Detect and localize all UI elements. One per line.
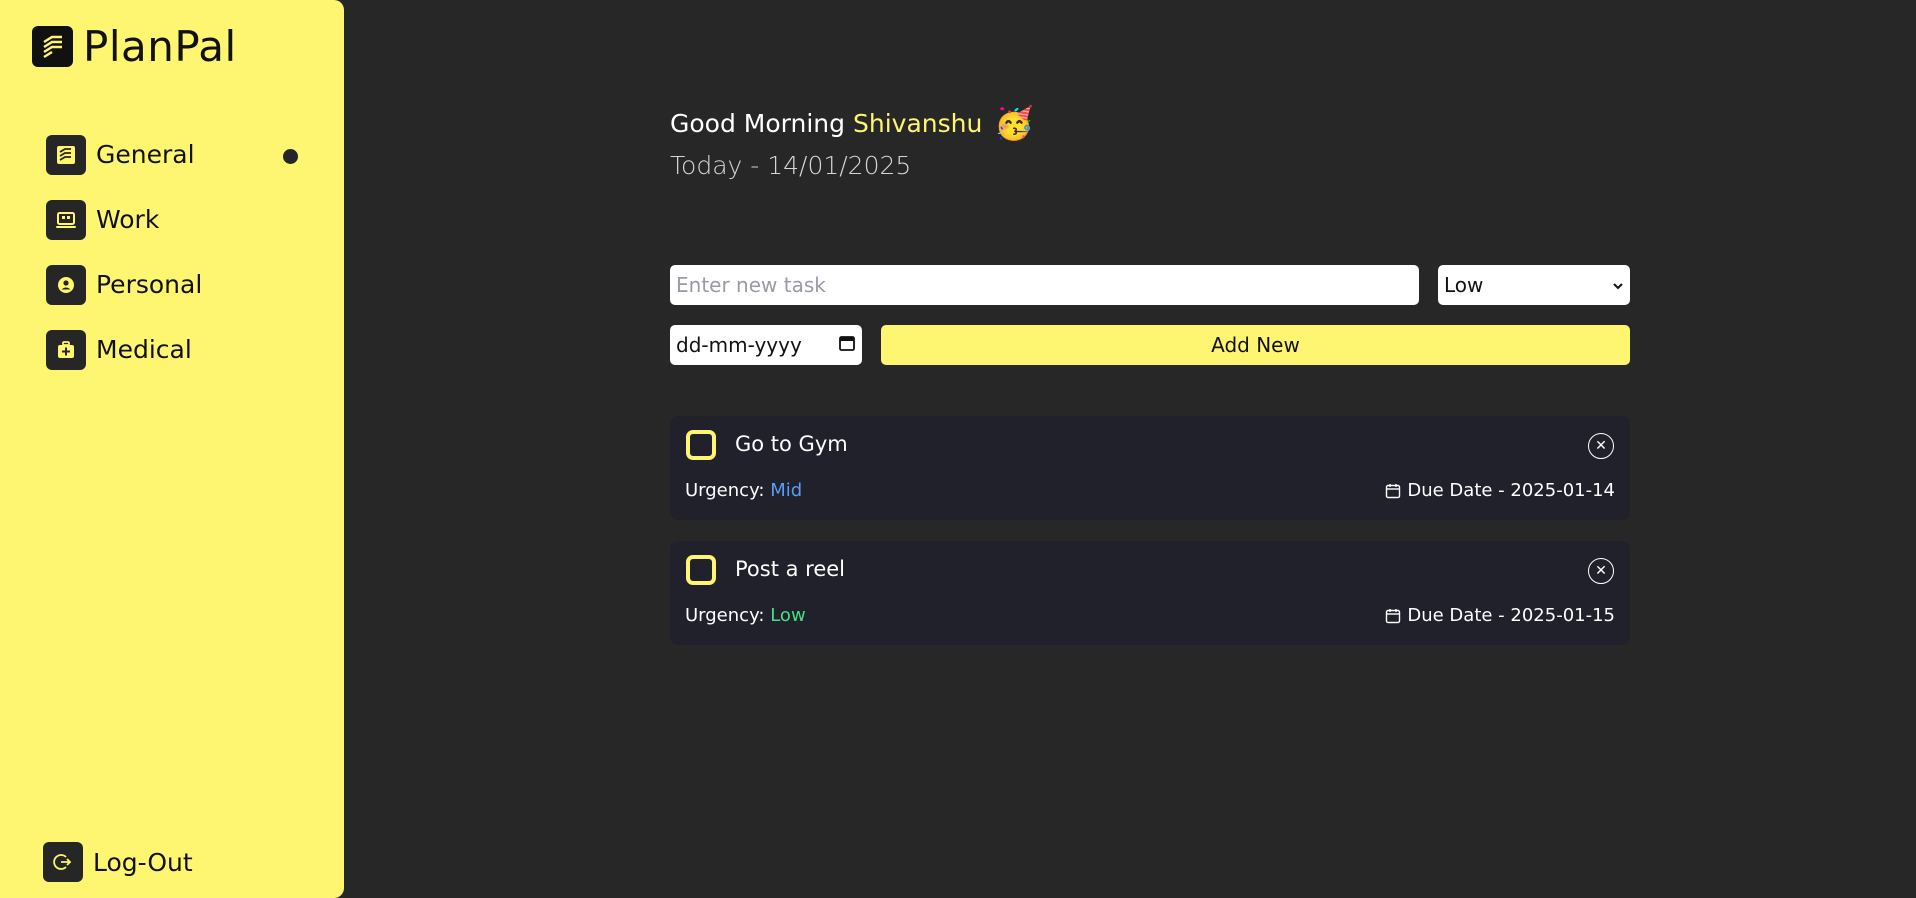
today-date: Today - 14/01/2025 — [670, 151, 912, 180]
task-checkbox[interactable] — [686, 555, 716, 585]
task-due-date: Due Date - 2025-01-15 — [1385, 605, 1615, 626]
sidebar-item-general[interactable]: General — [46, 122, 306, 187]
medical-kit-icon — [46, 329, 86, 370]
task-due-date: Due Date - 2025-01-14 — [1385, 480, 1615, 501]
logout-button[interactable]: Log-Out — [43, 842, 193, 882]
party-face-icon: 🥳 — [994, 104, 1035, 142]
due-date-input[interactable]: dd-mm-yyyy — [670, 325, 862, 365]
sidebar-item-label: Medical — [96, 335, 192, 364]
task-input[interactable] — [670, 265, 1419, 305]
sidebar-item-label: Personal — [96, 270, 203, 299]
task-list: Go to Gym ✕ Urgency: Mid Due Date - 2025… — [670, 416, 1630, 666]
sidebar-item-medical[interactable]: Medical — [46, 317, 306, 382]
date-placeholder: dd-mm-yyyy — [676, 333, 802, 357]
task-urgency: Urgency: Mid — [685, 480, 802, 501]
logout-icon — [43, 842, 83, 882]
urgency-select[interactable]: Low — [1438, 265, 1630, 305]
urgency-level: Low — [770, 605, 806, 626]
user-name: Shivanshu — [853, 108, 983, 138]
sidebar-item-label: General — [96, 140, 195, 169]
active-indicator — [283, 149, 298, 164]
close-icon[interactable]: ✕ — [1588, 433, 1614, 459]
urgency-label: Urgency: — [685, 480, 765, 501]
sidebar-item-work[interactable]: Work — [46, 187, 306, 252]
checklist-icon — [46, 134, 86, 175]
sidebar: PlanPal General Work Personal Medical Lo… — [0, 0, 344, 898]
due-date-text: Due Date - 2025-01-14 — [1407, 480, 1615, 501]
urgency-level: Mid — [770, 480, 803, 501]
task-title: Go to Gym — [735, 432, 848, 456]
urgency-label: Urgency: — [685, 605, 765, 626]
greeting-text: Good Morning — [670, 108, 845, 138]
task-card: Go to Gym ✕ Urgency: Mid Due Date - 2025… — [670, 416, 1630, 520]
calendar-icon[interactable] — [838, 333, 856, 357]
task-checkbox[interactable] — [686, 430, 716, 460]
logout-label: Log-Out — [93, 847, 193, 877]
sidebar-nav: General Work Personal Medical — [46, 122, 306, 382]
chevron-down-icon — [1612, 273, 1624, 297]
sidebar-item-personal[interactable]: Personal — [46, 252, 306, 317]
sidebar-item-label: Work — [96, 205, 160, 234]
calendar-icon — [1386, 608, 1401, 623]
urgency-select-value: Low — [1444, 273, 1484, 297]
add-new-button[interactable]: Add New — [881, 325, 1630, 365]
close-icon[interactable]: ✕ — [1588, 558, 1614, 584]
greeting: Good Morning Shivanshu 🥳 — [670, 104, 1034, 142]
brand[interactable]: PlanPal — [32, 22, 237, 71]
task-title: Post a reel — [735, 557, 846, 581]
task-card: Post a reel ✕ Urgency: Low Due Date - 20… — [670, 541, 1630, 645]
user-circle-icon — [46, 264, 86, 305]
app-name: PlanPal — [83, 22, 237, 71]
calendar-icon — [1386, 483, 1401, 498]
due-date-text: Due Date - 2025-01-15 — [1407, 605, 1615, 626]
laptop-icon — [46, 199, 86, 240]
task-urgency: Urgency: Low — [685, 605, 806, 626]
checklist-icon — [32, 26, 73, 67]
